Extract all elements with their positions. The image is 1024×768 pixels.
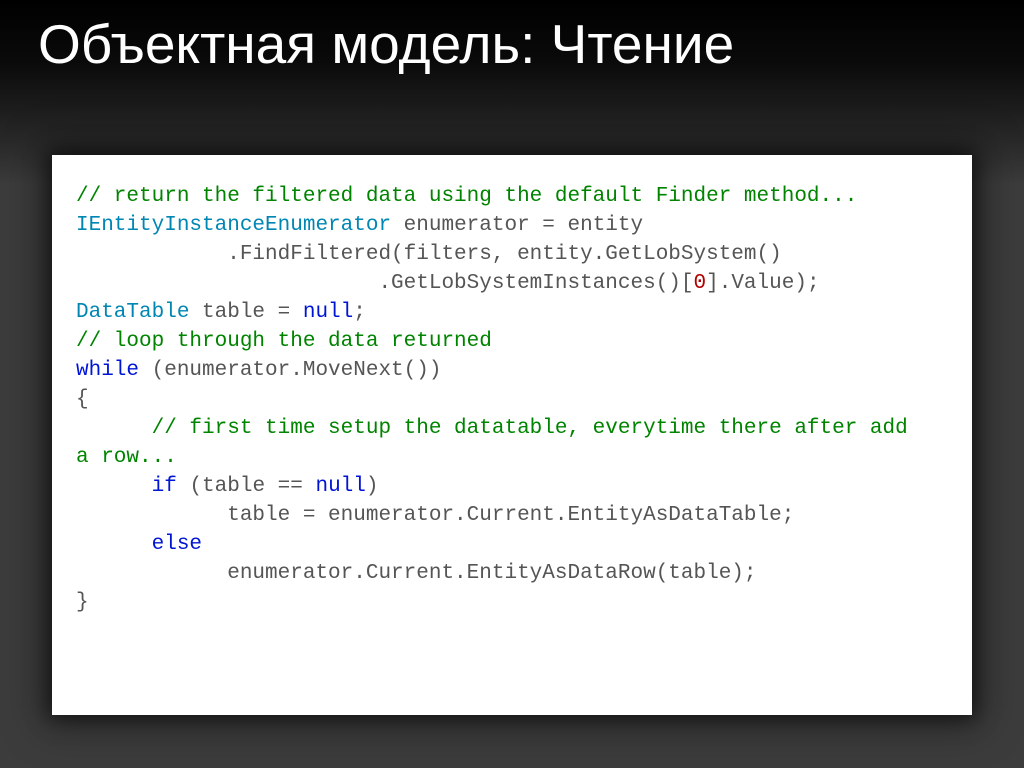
code-text: ].Value); bbox=[706, 272, 819, 295]
code-comment: a row... bbox=[76, 446, 177, 469]
code-text: table = enumerator.Current.EntityAsDataT… bbox=[76, 504, 794, 527]
code-type: IEntityInstanceEnumerator bbox=[76, 214, 391, 237]
code-comment: // return the filtered data using the de… bbox=[76, 185, 857, 208]
code-text bbox=[76, 533, 152, 556]
code-type: DataTable bbox=[76, 301, 189, 324]
code-text: .GetLobSystemInstances()[ bbox=[76, 272, 694, 295]
slide-container: Объектная модель: Чтение // return the f… bbox=[0, 0, 1024, 768]
code-comment: // first time setup the datatable, every… bbox=[76, 417, 908, 440]
code-text: enumerator.Current.EntityAsDataRow(table… bbox=[76, 562, 757, 585]
code-keyword: else bbox=[152, 533, 202, 556]
code-text: ) bbox=[366, 475, 379, 498]
code-text bbox=[76, 475, 152, 498]
code-text: (table == bbox=[177, 475, 316, 498]
code-text: } bbox=[76, 591, 89, 614]
code-block: // return the filtered data using the de… bbox=[76, 183, 948, 618]
code-text: table = bbox=[189, 301, 302, 324]
code-text: { bbox=[76, 388, 89, 411]
code-text: (enumerator.MoveNext()) bbox=[139, 359, 441, 382]
code-keyword: while bbox=[76, 359, 139, 382]
code-text: .FindFiltered(filters, entity.GetLobSyst… bbox=[76, 243, 782, 266]
code-keyword: null bbox=[303, 301, 353, 324]
code-panel: // return the filtered data using the de… bbox=[52, 155, 972, 715]
code-text: ; bbox=[353, 301, 366, 324]
code-number: 0 bbox=[694, 272, 707, 295]
code-keyword: null bbox=[315, 475, 365, 498]
code-comment: // loop through the data returned bbox=[76, 330, 492, 353]
code-keyword: if bbox=[152, 475, 177, 498]
code-text: enumerator = entity bbox=[391, 214, 643, 237]
slide-title: Объектная модель: Чтение bbox=[38, 12, 734, 76]
